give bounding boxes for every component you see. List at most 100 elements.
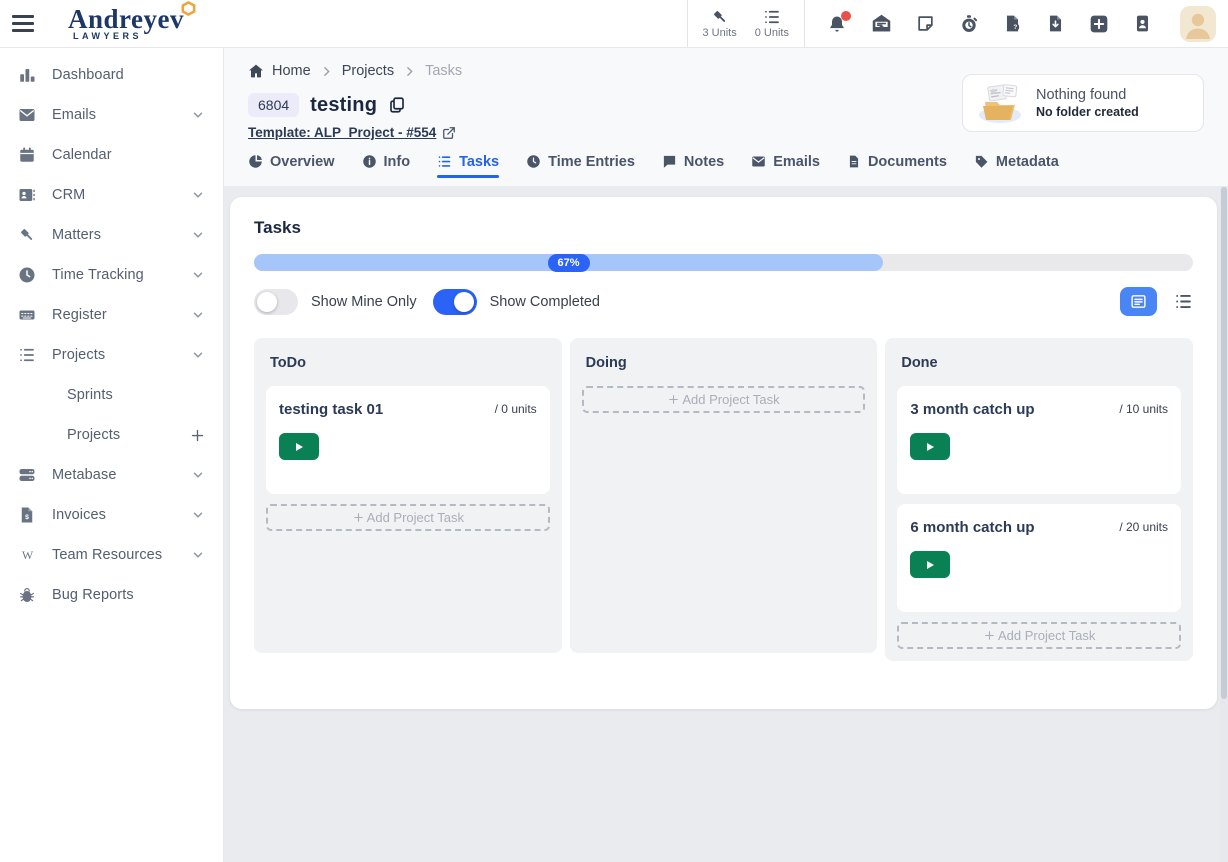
breadcrumb-home[interactable]: Home	[248, 63, 311, 79]
list-check-icon	[437, 154, 452, 169]
kanban-column-doing: Doing Add Project Task	[570, 338, 878, 653]
envelope-icon	[17, 106, 37, 124]
plus-icon[interactable]	[190, 428, 205, 443]
tab-emails[interactable]: Emails	[751, 154, 820, 178]
mail-open-icon[interactable]	[871, 13, 892, 34]
folder-status-card: Nothing found No folder created	[962, 74, 1204, 132]
tab-metadata[interactable]: Metadata	[974, 154, 1059, 178]
list-view-icon	[1174, 292, 1193, 311]
notification-dot	[841, 11, 851, 21]
tab-bar: Overview Info Tasks Time Entries Notes E…	[224, 140, 1228, 178]
sidebar-item-team-resources[interactable]: W Team Resources	[0, 535, 223, 575]
tab-label: Notes	[684, 154, 724, 170]
matter-units-counter[interactable]: 3 Units	[694, 8, 746, 39]
clock-icon	[17, 266, 37, 284]
copy-icon[interactable]	[388, 96, 406, 114]
sidebar-item-label: Calendar	[52, 147, 205, 163]
sidebar-item-label: Invoices	[52, 507, 191, 523]
main-area: Home Projects Tasks 6804 testing Templat…	[224, 48, 1228, 862]
sidebar-item-label: Dashboard	[52, 67, 205, 83]
show-completed-toggle[interactable]	[433, 289, 477, 315]
contact-card-icon[interactable]	[1133, 14, 1152, 33]
add-project-task-button[interactable]: Add Project Task	[266, 504, 550, 531]
tab-info[interactable]: Info	[362, 154, 411, 178]
tab-time-entries[interactable]: Time Entries	[526, 154, 635, 178]
template-link[interactable]: Template: ALP_Project - #554	[248, 125, 436, 140]
chevron-down-icon	[191, 308, 205, 322]
file-question-icon[interactable]: ?	[1003, 14, 1022, 33]
sidebar-item-dashboard[interactable]: Dashboard	[0, 55, 223, 95]
progress-bar: 67%	[254, 254, 1193, 271]
start-timer-button[interactable]	[279, 433, 319, 460]
play-icon	[924, 559, 936, 571]
counter-label: 3 Units	[703, 27, 737, 39]
plus-square-icon[interactable]	[1089, 14, 1109, 34]
tag-icon	[974, 154, 989, 169]
breadcrumb-tasks: Tasks	[425, 63, 462, 79]
chevron-down-icon	[191, 468, 205, 482]
task-title: 6 month catch up	[910, 519, 1034, 536]
hamburger-menu-icon[interactable]	[0, 9, 46, 38]
task-units: / 10 units	[1119, 401, 1168, 416]
tab-documents[interactable]: Documents	[847, 154, 947, 178]
tab-label: Tasks	[459, 154, 499, 170]
show-mine-only-toggle[interactable]	[254, 289, 298, 315]
chevron-right-icon	[320, 65, 333, 78]
sidebar-item-matters[interactable]: Matters	[0, 215, 223, 255]
kanban-board: ToDo testing task 01 / 0 units Add Proje…	[254, 338, 1193, 661]
tab-label: Time Entries	[548, 154, 635, 170]
stopwatch-icon[interactable]	[959, 14, 979, 34]
sidebar-item-bug-reports[interactable]: Bug Reports	[0, 575, 223, 615]
contact-card-icon	[17, 186, 37, 204]
sidebar-item-projects-sub[interactable]: Projects	[0, 415, 223, 455]
start-timer-button[interactable]	[910, 551, 950, 578]
avatar[interactable]	[1180, 6, 1216, 42]
file-download-icon[interactable]	[1046, 14, 1065, 33]
chevron-down-icon	[191, 508, 205, 522]
sidebar-item-label: Sprints	[67, 387, 205, 403]
unit-counters: 3 Units 0 Units	[687, 0, 806, 47]
task-card[interactable]: 6 month catch up / 20 units	[897, 504, 1181, 612]
chat-icon	[662, 154, 677, 169]
add-task-label: Add Project Task	[682, 392, 779, 407]
breadcrumb: Home Projects Tasks	[248, 60, 462, 82]
list-view-button[interactable]	[1174, 292, 1193, 311]
board-view-button[interactable]	[1120, 287, 1157, 316]
toggle-knob	[454, 292, 474, 312]
start-timer-button[interactable]	[910, 433, 950, 460]
tab-overview[interactable]: Overview	[248, 154, 335, 178]
scrollbar-thumb[interactable]	[1221, 187, 1227, 699]
sidebar-item-calendar[interactable]: Calendar	[0, 135, 223, 175]
task-units-counter[interactable]: 0 Units	[746, 8, 798, 39]
sidebar-item-time-tracking[interactable]: Time Tracking	[0, 255, 223, 295]
sidebar-item-emails[interactable]: Emails	[0, 95, 223, 135]
filter-row: Show Mine Only Show Completed	[254, 287, 1193, 316]
sidebar-item-projects[interactable]: Projects	[0, 335, 223, 375]
sidebar-item-label: Projects	[67, 427, 190, 443]
file-icon	[847, 154, 861, 169]
task-card[interactable]: testing task 01 / 0 units	[266, 386, 550, 494]
scrollbar-track	[1220, 186, 1228, 862]
progress-fill: 67%	[254, 254, 883, 271]
toggle-label: Show Completed	[490, 294, 600, 310]
add-project-task-button[interactable]: Add Project Task	[897, 622, 1181, 649]
tab-notes[interactable]: Notes	[662, 154, 724, 178]
add-project-task-button[interactable]: Add Project Task	[582, 386, 866, 413]
svg-text:?: ?	[1013, 24, 1017, 31]
note-icon[interactable]	[916, 14, 935, 33]
breadcrumb-projects[interactable]: Projects	[342, 63, 394, 79]
sidebar-item-label: Projects	[52, 347, 191, 363]
sidebar-item-sprints[interactable]: Sprints	[0, 375, 223, 415]
chevron-right-icon	[403, 65, 416, 78]
svg-text:$: $	[25, 514, 29, 521]
chevron-down-icon	[191, 268, 205, 282]
tab-tasks[interactable]: Tasks	[437, 154, 499, 178]
page-title: testing	[310, 94, 377, 117]
sidebar-item-invoices[interactable]: $ Invoices	[0, 495, 223, 535]
task-card[interactable]: 3 month catch up / 10 units	[897, 386, 1181, 494]
sidebar-item-metabase[interactable]: Metabase	[0, 455, 223, 495]
svg-text:W: W	[21, 548, 33, 562]
sidebar-item-register[interactable]: Register	[0, 295, 223, 335]
sidebar-item-crm[interactable]: CRM	[0, 175, 223, 215]
bell-icon[interactable]	[827, 14, 847, 34]
